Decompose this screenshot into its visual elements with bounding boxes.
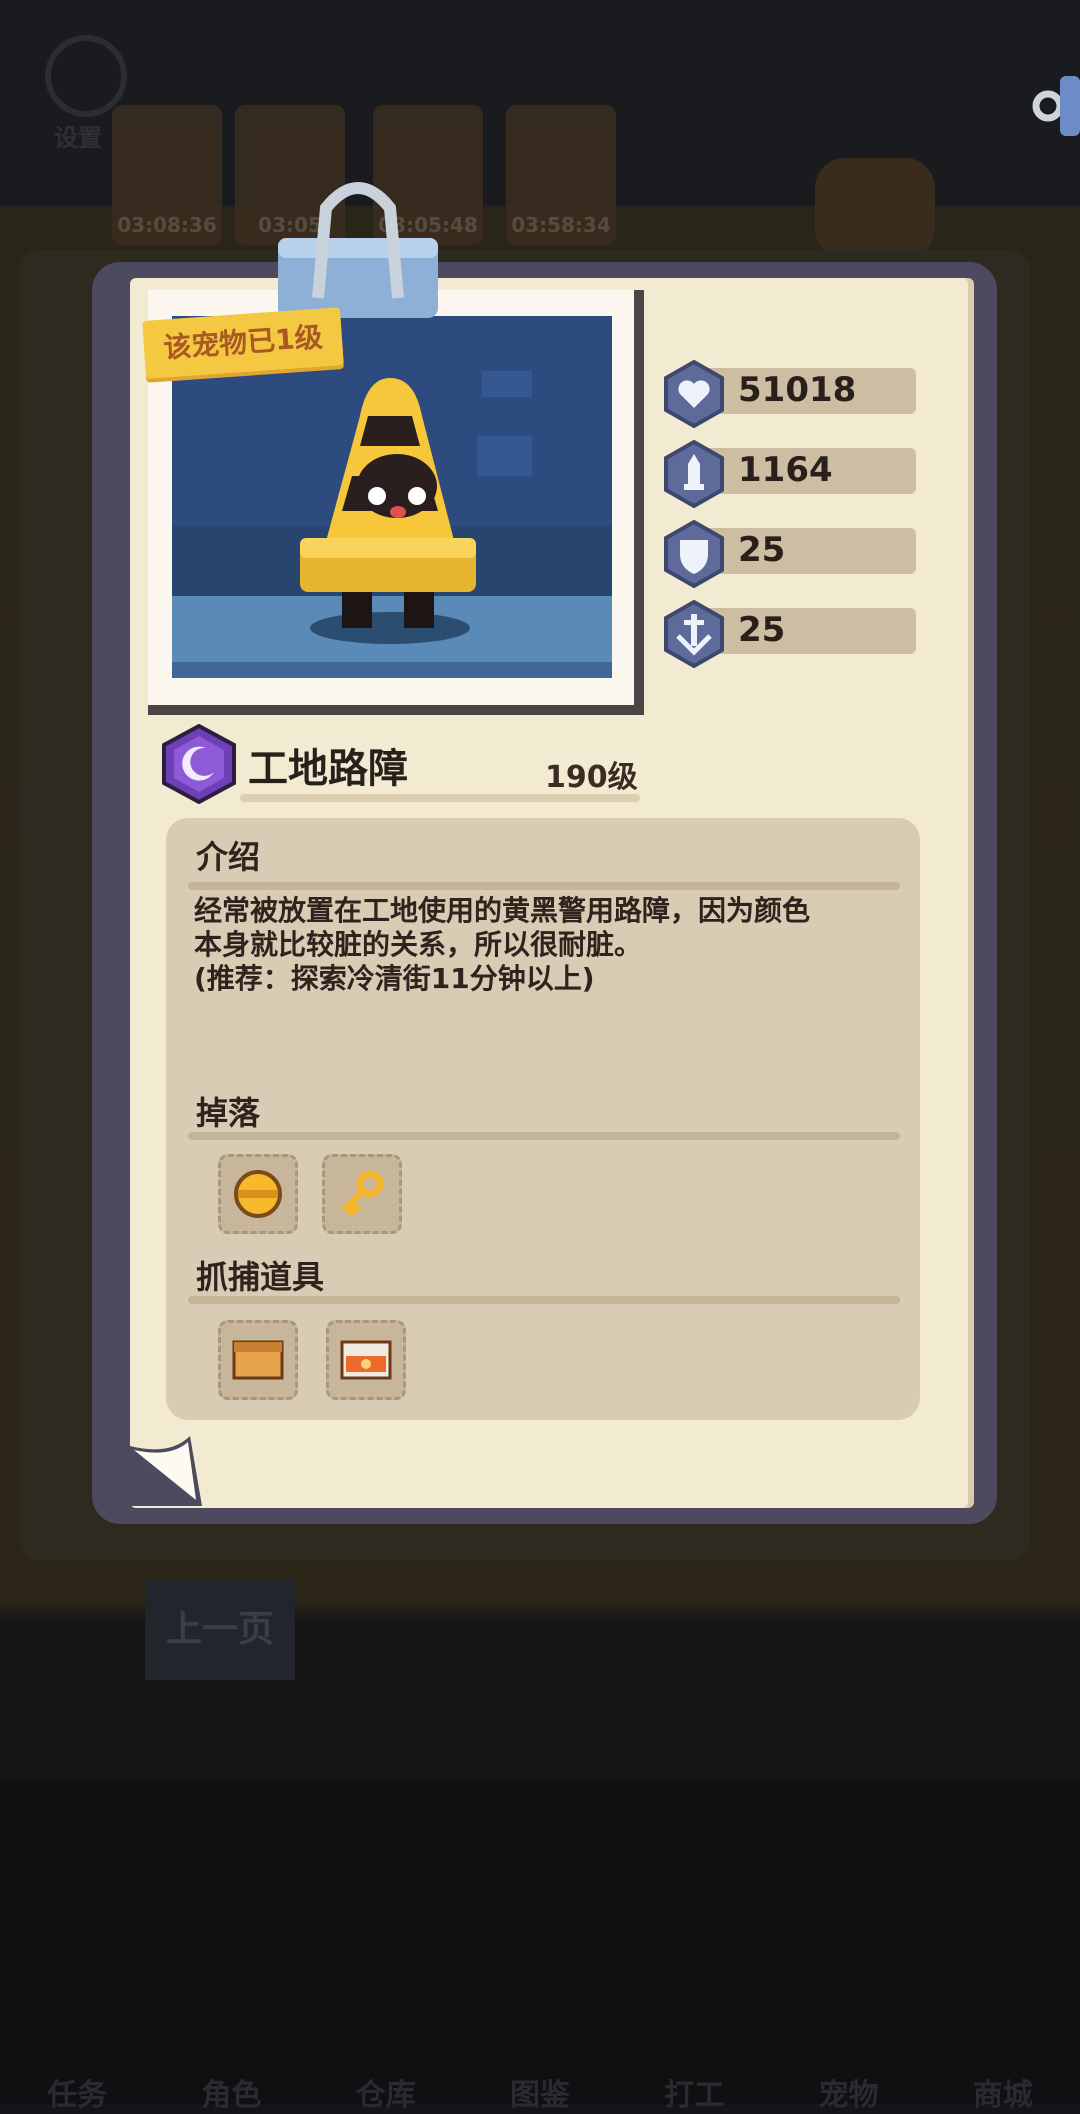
- intro-line-1: 经常被放置在工地使用的黄黑警用路障，因为颜色: [194, 894, 811, 927]
- page-curl-icon: [130, 1436, 202, 1506]
- anchor-icon: [664, 600, 724, 668]
- stat-defense: 25: [660, 520, 916, 588]
- intro-line-3: (推荐：探索冷清街11分钟以上): [194, 962, 595, 995]
- intro-line-2: 本身就比较脏的关系，所以很耐脏。: [194, 928, 643, 961]
- attack-value: 1164: [738, 450, 833, 490]
- defense-value: 25: [738, 530, 786, 570]
- pet-name: 工地路障: [248, 746, 408, 792]
- tab-work[interactable]: 打工: [664, 2070, 724, 2114]
- stat-speed: 25: [660, 600, 916, 668]
- tab-codex[interactable]: 图鉴: [510, 2070, 570, 2114]
- pet-name-row: 工地路障 190级: [160, 724, 650, 804]
- pet-level: 190级: [545, 760, 638, 795]
- drop-slot-key[interactable]: [322, 1154, 402, 1234]
- sword-icon: [664, 440, 724, 508]
- timer-slot-4[interactable]: 03:58:34: [506, 105, 616, 245]
- speed-value: 25: [738, 610, 786, 650]
- timer-1: 03:08:36: [117, 213, 217, 237]
- tab-shop[interactable]: 商城: [973, 2070, 1033, 2114]
- name-underline: [240, 794, 640, 802]
- stat-hp: 51018: [660, 360, 916, 428]
- capture-slot-box[interactable]: [218, 1320, 298, 1400]
- box-icon: [232, 1340, 284, 1380]
- bg-badge: [815, 158, 935, 258]
- binder-clip-icon: [278, 182, 438, 318]
- intro-text: 经常被放置在工地使用的黄黑警用路障，因为颜色 本身就比较脏的关系，所以很耐脏。 …: [194, 894, 894, 996]
- divider: [188, 1296, 900, 1304]
- timer-slot-1[interactable]: 03:08:36: [112, 105, 222, 245]
- coin-icon: [234, 1170, 282, 1218]
- heart-icon: [664, 360, 724, 428]
- prev-page-button[interactable]: 上一页: [145, 1580, 295, 1680]
- cage-icon: [340, 1340, 392, 1380]
- drop-slot-coin[interactable]: [218, 1154, 298, 1234]
- capture-slot-cage[interactable]: [326, 1320, 406, 1400]
- divider: [188, 1132, 900, 1140]
- settings-label: 设置: [54, 124, 102, 152]
- stat-attack: 1164: [660, 440, 916, 508]
- key-icon: [342, 1170, 384, 1216]
- tab-task[interactable]: 任务: [47, 2070, 107, 2114]
- settings-icon[interactable]: [45, 35, 127, 117]
- timer-4: 03:58:34: [511, 213, 611, 237]
- rarity-moon-icon: [162, 724, 236, 804]
- bottom-bg: [0, 1780, 1080, 2104]
- capture-title: 抓捕道具: [196, 1258, 325, 1296]
- shield-icon: [664, 520, 724, 588]
- tab-role[interactable]: 角色: [201, 2070, 261, 2114]
- tab-warehouse[interactable]: 仓库: [356, 2070, 416, 2114]
- divider: [188, 882, 900, 890]
- tab-pet[interactable]: 宠物: [819, 2070, 879, 2114]
- drop-title: 掉落: [196, 1094, 261, 1132]
- hp-value: 51018: [738, 370, 857, 410]
- info-panel: 介绍 经常被放置在工地使用的黄黑警用路障，因为颜色 本身就比较脏的关系，所以很耐…: [166, 818, 920, 1420]
- share-icon[interactable]: [1030, 70, 1080, 140]
- bottom-nav: 任务 角色 仓库 图鉴 打工 宠物 商城: [0, 2070, 1080, 2114]
- intro-title: 介绍: [196, 838, 261, 876]
